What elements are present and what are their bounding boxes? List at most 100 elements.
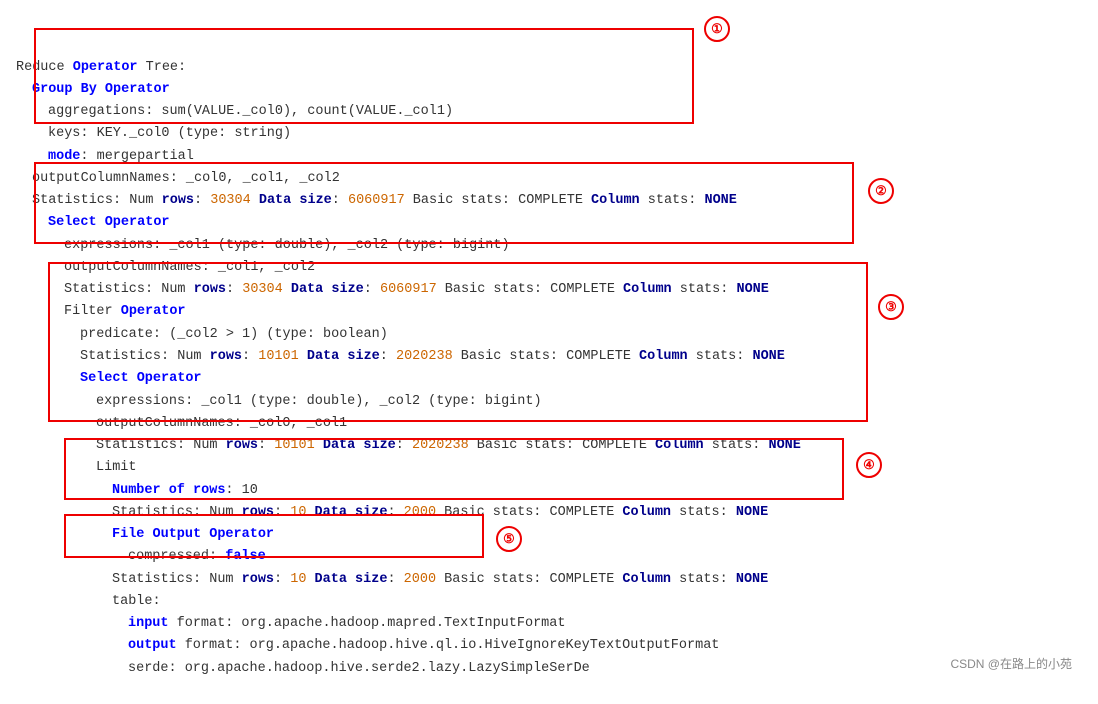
code-token: stats:: [671, 505, 736, 520]
code-token: :: [274, 572, 290, 587]
code-token: Column: [622, 505, 671, 520]
code-line: Statistics: Num rows: 10 Data size: 2000…: [16, 569, 1082, 591]
code-token: Operator: [129, 371, 202, 386]
code-token: keys: KEY._col0 (type: string): [48, 126, 291, 141]
code-line: predicate: (_col2 > 1) (type: boolean): [16, 324, 1082, 346]
code-line: Statistics: Num rows: 10101 Data size: 2…: [16, 346, 1082, 368]
code-token: Statistics: Num: [112, 572, 242, 587]
code-token: Statistics: Num: [64, 282, 194, 297]
code-token: NONE: [768, 438, 800, 453]
code-token: Column: [639, 349, 688, 364]
code-token: output: [128, 638, 177, 653]
code-token: Select: [48, 215, 97, 230]
code-token: File Output Operator: [112, 527, 274, 542]
code-token: stats:: [672, 282, 737, 297]
code-token: : mergepartial: [80, 149, 193, 164]
code-token: Statistics: Num: [96, 438, 226, 453]
code-token: rows: [242, 572, 274, 587]
code-token: NONE: [704, 193, 736, 208]
code-token: NONE: [736, 282, 768, 297]
code-token: 2000: [404, 505, 436, 520]
code-line: Reduce Operator Tree:: [16, 57, 1082, 79]
code-token: Statistics: Num: [32, 193, 162, 208]
code-token: Basic stats: COMPLETE: [405, 193, 591, 208]
code-token: 10: [290, 572, 306, 587]
code-line: Statistics: Num rows: 10101 Data size: 2…: [16, 435, 1082, 457]
badge-3: ③: [878, 294, 904, 320]
code-token: serde: org.apache.hadoop.hive.serde2.laz…: [128, 661, 590, 676]
code-token: Column: [655, 438, 704, 453]
code-token: 30304: [210, 193, 251, 208]
code-line: outputColumnNames: _col0, _col1, _col2: [16, 168, 1082, 190]
code-line: Limit: [16, 457, 1082, 479]
code-token: :: [387, 505, 403, 520]
code-token: Data size: [315, 572, 388, 587]
code-token: predicate: (_col2 > 1) (type: boolean): [80, 327, 388, 342]
code-token: Data size: [291, 282, 364, 297]
code-token: Operator: [97, 215, 170, 230]
code-token: Column: [622, 572, 671, 587]
badge-5: ⑤: [496, 526, 522, 552]
code-token: Basic stats: COMPLETE: [436, 505, 622, 520]
code-line: table:: [16, 591, 1082, 613]
code-token: [306, 572, 314, 587]
code-token: 10101: [258, 349, 299, 364]
code-token: 30304: [242, 282, 283, 297]
code-token: :: [274, 505, 290, 520]
code-token: compressed:: [128, 549, 225, 564]
code-token: rows: [226, 438, 258, 453]
code-token: table:: [112, 594, 161, 609]
badge-4: ④: [856, 452, 882, 478]
code-token: Basic stats: COMPLETE: [469, 438, 655, 453]
code-token: aggregations: sum(VALUE._col0), count(VA…: [48, 104, 453, 119]
code-token: 6060917: [348, 193, 405, 208]
code-token: :: [226, 282, 242, 297]
code-token: :: [396, 438, 412, 453]
code-token: :: [387, 572, 403, 587]
badge-1: ①: [704, 16, 730, 42]
code-line: File Output Operator: [16, 524, 1082, 546]
code-token: Data size: [323, 438, 396, 453]
code-token: stats:: [704, 438, 769, 453]
code-token: Number of rows: [112, 483, 225, 498]
code-token: stats:: [671, 572, 736, 587]
code-token: :: [380, 349, 396, 364]
code-token: Column: [591, 193, 640, 208]
code-line: Statistics: Num rows: 10 Data size: 2000…: [16, 502, 1082, 524]
code-token: format: org.apache.hadoop.hive.ql.io.Hiv…: [177, 638, 720, 653]
code-token: NONE: [736, 505, 768, 520]
code-token: stats:: [688, 349, 753, 364]
code-token: stats:: [640, 193, 705, 208]
code-display: Reduce Operator Tree: Group By Operator ag…: [16, 12, 1082, 680]
code-token: outputColumnNames: _col0, _col1, _col2: [32, 171, 340, 186]
code-line: Group By Operator: [16, 79, 1082, 101]
code-token: 10101: [274, 438, 315, 453]
code-token: Limit: [96, 460, 137, 475]
code-line: Number of rows: 10: [16, 480, 1082, 502]
code-token: [299, 349, 307, 364]
code-token: [306, 505, 314, 520]
code-line: Filter Operator: [16, 301, 1082, 323]
code-token: Operator: [121, 304, 186, 319]
code-token: [283, 282, 291, 297]
code-line: input format: org.apache.hadoop.mapred.T…: [16, 613, 1082, 635]
code-token: Group By Operator: [32, 82, 170, 97]
code-token: input: [128, 616, 169, 631]
code-token: false: [225, 549, 266, 564]
code-token: [315, 438, 323, 453]
code-line: Select Operator: [16, 212, 1082, 234]
code-line: expressions: _col1 (type: double), _col2…: [16, 391, 1082, 413]
code-token: NONE: [752, 349, 784, 364]
code-token: :: [332, 193, 348, 208]
code-token: Statistics: Num: [80, 349, 210, 364]
code-token: 10: [290, 505, 306, 520]
code-token: Basic stats: COMPLETE: [453, 349, 639, 364]
code-token: NONE: [736, 572, 768, 587]
code-token: Statistics: Num: [112, 505, 242, 520]
code-line: compressed: false: [16, 546, 1082, 568]
code-line: mode: mergepartial: [16, 146, 1082, 168]
code-token: 2020238: [396, 349, 453, 364]
code-token: outputColumnNames: _col1, _col2: [64, 260, 315, 275]
code-token: :: [258, 438, 274, 453]
code-token: Tree:: [138, 60, 187, 75]
